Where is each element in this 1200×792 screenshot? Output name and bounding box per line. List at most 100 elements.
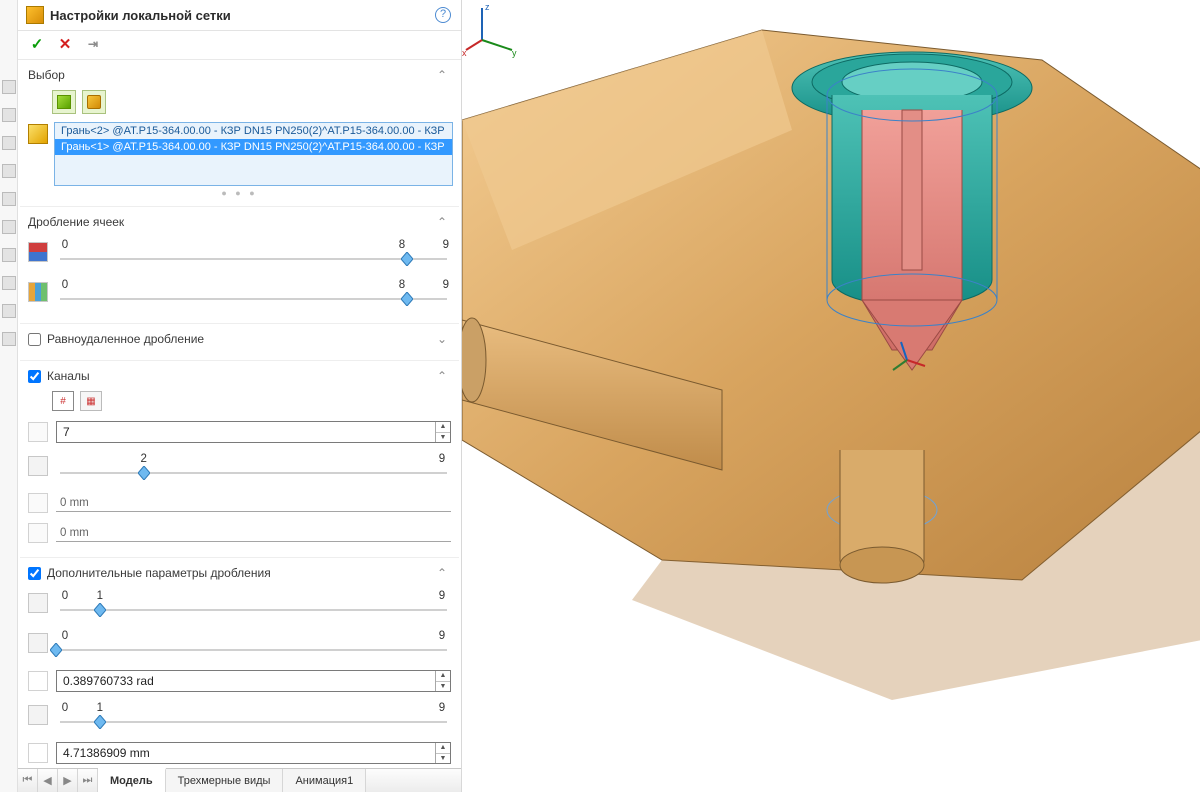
tolerance-length-field[interactable] [57, 743, 435, 763]
strip-icon[interactable] [2, 276, 16, 290]
panel-title: Настройки локальной сетки [50, 8, 435, 23]
spin-down[interactable]: ▼ [436, 754, 450, 764]
channel-mode-number-button[interactable]: # [52, 391, 74, 411]
section-header[interactable]: Каналы ⌃ [26, 365, 453, 389]
help-icon[interactable]: ? [435, 7, 451, 23]
curvature-refine-icon [28, 633, 48, 653]
slider-max: 9 [435, 630, 449, 642]
chevron-down-icon[interactable]: ⌄ [433, 332, 451, 346]
slider-min: 0 [58, 630, 72, 642]
tab-3dviews[interactable]: Трехмерные виды [166, 769, 284, 792]
strip-icon[interactable] [2, 304, 16, 318]
tab-nav-prev[interactable]: ◀ [38, 769, 58, 792]
slider-min: 0 [58, 239, 72, 251]
orientation-triad[interactable]: z y x [462, 0, 522, 60]
tab-nav-next[interactable]: ▶ [58, 769, 78, 792]
strip-icon[interactable] [2, 248, 16, 262]
graphics-viewport[interactable]: z y x [462, 0, 1200, 792]
section-title: Равноудаленное дробление [47, 332, 204, 346]
bottom-tab-bar: ⏮ ◀ ▶ ⏭ Модель Трехмерные виды Анимация1 [18, 768, 461, 792]
section-title: Каналы [47, 369, 90, 383]
extra-slider-2[interactable]: 0 9 [56, 630, 451, 656]
slider-min: 0 [58, 279, 72, 291]
slider-value: 1 [93, 590, 107, 602]
spin-down[interactable]: ▼ [436, 682, 450, 692]
channel-count-input[interactable]: ▲▼ [56, 421, 451, 443]
cancel-button[interactable]: ✕ [56, 35, 74, 53]
panel-header: Настройки локальной сетки ? [18, 0, 461, 31]
confirm-button[interactable]: ✓ [28, 35, 46, 53]
section-equidistant: Равноудаленное дробление ⌄ [20, 324, 459, 361]
selection-item[interactable]: Грань<2> @AT.P15-364.00.00 - КЗР DN15 PN… [55, 123, 452, 139]
spin-up[interactable]: ▲ [436, 743, 450, 754]
chevron-up-icon[interactable]: ⌃ [433, 369, 451, 383]
partial-refine-icon [28, 282, 48, 302]
channel-count-icon [28, 422, 48, 442]
selection-item[interactable]: Грань<1> @AT.P15-364.00.00 - КЗР DN15 PN… [55, 139, 452, 155]
angle-icon [28, 671, 48, 691]
slider-max: 9 [409, 279, 449, 291]
selection-list[interactable]: Грань<2> @AT.P15-364.00.00 - КЗР DN15 PN… [54, 122, 453, 186]
extra-checkbox[interactable] [28, 567, 41, 580]
channel-width-value[interactable]: 0 mm [56, 524, 451, 542]
refine-slider-2[interactable]: 0 8 9 [56, 279, 451, 305]
tab-nav-last[interactable]: ⏭ [78, 769, 98, 792]
slider-value: 1 [93, 702, 107, 714]
strip-icon[interactable] [2, 80, 16, 94]
strip-icon[interactable] [2, 108, 16, 122]
section-header[interactable]: Дробление ячеек ⌃ [26, 211, 453, 235]
strip-icon[interactable] [2, 192, 16, 206]
channel-refine-slider[interactable]: 2 9 [56, 453, 451, 479]
channel-refine-icon [28, 456, 48, 476]
chevron-up-icon[interactable]: ⌃ [433, 566, 451, 580]
section-extra: Дополнительные параметры дробления ⌃ 0 1… [20, 558, 459, 768]
section-channels: Каналы ⌃ # ▦ ▲▼ 2 9 [20, 361, 459, 558]
slider-value: 2 [137, 453, 151, 465]
spin-down[interactable]: ▼ [436, 433, 450, 443]
section-selection: Выбор ⌃ Грань<2> @AT.P15-364.00.00 - КЗР… [20, 60, 459, 207]
left-icon-strip [0, 0, 18, 792]
angle-input[interactable]: ▲▼ [56, 670, 451, 692]
strip-icon[interactable] [2, 332, 16, 346]
extra-slider-1[interactable]: 0 1 9 [56, 590, 451, 616]
channel-width-icon [28, 523, 48, 543]
slider-min: 0 [58, 702, 72, 714]
channel-mode-grid-button[interactable]: ▦ [80, 391, 102, 411]
select-face-button[interactable] [82, 90, 106, 114]
pin-button[interactable]: ⇥ [84, 35, 102, 53]
axis-z-label: z [485, 2, 490, 12]
strip-icon[interactable] [2, 164, 16, 178]
channels-checkbox[interactable] [28, 370, 41, 383]
refine-slider-1[interactable]: 0 8 9 [56, 239, 451, 265]
section-header[interactable]: Равноудаленное дробление ⌄ [26, 328, 453, 352]
chevron-up-icon[interactable]: ⌃ [433, 215, 451, 229]
tab-nav-first[interactable]: ⏮ [18, 769, 38, 792]
slider-value: 8 [395, 239, 409, 251]
list-resize-grip[interactable]: ● ● ● [26, 186, 453, 198]
select-body-button[interactable] [52, 90, 76, 114]
spin-up[interactable]: ▲ [436, 422, 450, 433]
slider-max: 9 [435, 590, 449, 602]
section-refine: Дробление ячеек ⌃ 0 8 9 [20, 207, 459, 324]
section-header[interactable]: Дополнительные параметры дробления ⌃ [26, 562, 453, 586]
channel-height-icon [28, 493, 48, 513]
channel-count-field[interactable] [57, 422, 435, 442]
section-header[interactable]: Выбор ⌃ [26, 64, 453, 88]
chevron-up-icon[interactable]: ⌃ [433, 68, 451, 82]
tab-model[interactable]: Модель [98, 768, 166, 792]
tab-animation[interactable]: Анимация1 [283, 769, 366, 792]
spin-up[interactable]: ▲ [436, 671, 450, 682]
angle-field[interactable] [57, 671, 435, 691]
channel-height-value[interactable]: 0 mm [56, 494, 451, 512]
strip-icon[interactable] [2, 220, 16, 234]
mesh-settings-icon [26, 6, 44, 24]
property-panel: Настройки локальной сетки ? ✓ ✕ ⇥ Выбор … [18, 0, 462, 792]
selection-filter-buttons [26, 88, 453, 122]
section-title: Дополнительные параметры дробления [47, 566, 271, 580]
slider-min: 0 [58, 590, 72, 602]
panel-actions: ✓ ✕ ⇥ [18, 31, 461, 60]
extra-slider-3[interactable]: 0 1 9 [56, 702, 451, 728]
tolerance-length-input[interactable]: ▲▼ [56, 742, 451, 764]
strip-icon[interactable] [2, 136, 16, 150]
equidistant-checkbox[interactable] [28, 333, 41, 346]
